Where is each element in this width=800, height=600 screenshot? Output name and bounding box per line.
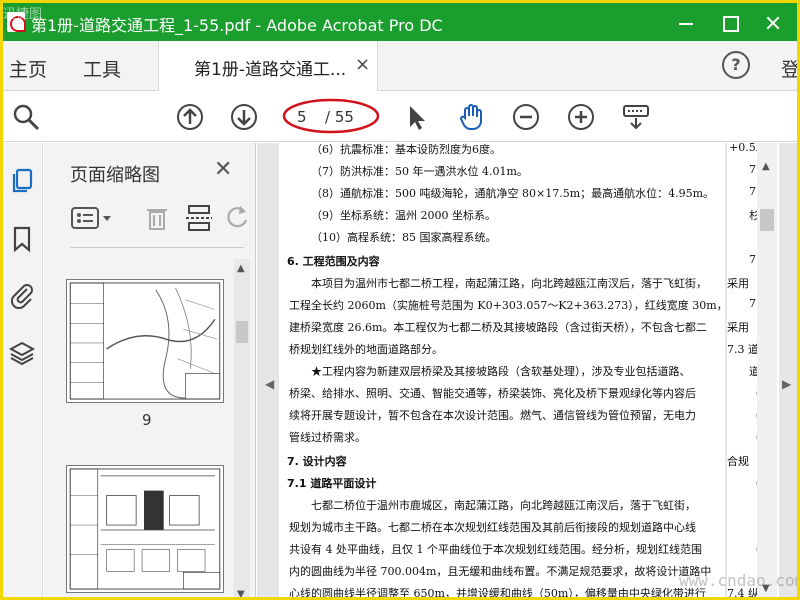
doc-heading: 7.1 道路平面设计	[287, 477, 377, 490]
app-window: 第1册-道路交通工程_1-55.pdf - Adobe Acrobat Pro …	[0, 0, 800, 600]
navigation-rail	[3, 143, 43, 597]
rotate-page-icon[interactable]	[222, 203, 252, 233]
doc-line: （8）通航标准：500 吨级海轮，通航净空 80×17.5m；最高通航水位：4.…	[311, 187, 715, 200]
zoom-in-icon[interactable]	[566, 102, 596, 132]
doc-line: 规划为城市主干路。七都二桥在本次规划红线范围及其前后衔接段的规划道路中心线	[289, 521, 696, 534]
doc-heading: 6. 工程范围及内容	[287, 255, 380, 268]
right-page-fragment: 7	[749, 163, 756, 176]
page-total-label: / 55	[325, 108, 354, 126]
page-thumbnails-icon[interactable]	[8, 167, 36, 195]
hand-tool-icon[interactable]	[457, 102, 487, 132]
scroll-down-icon[interactable]: ▼	[237, 589, 245, 597]
doc-line: 内的圆曲线为半径 700.004m，且无缓和曲线布置。不满足规范要求，故将设计道…	[289, 565, 712, 578]
tab-tools[interactable]: 工具	[83, 55, 121, 82]
page-thumbnail-10[interactable]	[66, 465, 224, 593]
doc-line: 管线过桥需求。	[289, 431, 366, 444]
scroll-up-icon[interactable]: ▲	[762, 161, 770, 172]
pdf-page: （6）抗震标准：基本设防烈度为6度。 （7）防洪标准：50 年一遇洪水位 4.0…	[279, 143, 725, 600]
document-view: ◀ （6）抗震标准：基本设防烈度为6度。 （7）防洪标准：50 年一遇洪水位 4…	[257, 143, 797, 600]
previous-page-arrow-icon[interactable]: ◀	[265, 377, 274, 391]
close-tab-icon[interactable]: ×	[355, 54, 370, 75]
toolbar: 5 / 55	[3, 92, 797, 142]
doc-line: 续将开展专题设计，暂不包含在本次设计范围。燃气、通信管线为管位预留，无电力	[289, 409, 696, 422]
right-page-fragment: 7	[749, 185, 756, 198]
right-page-fragment: 7	[749, 297, 756, 310]
page-thumbnail-9[interactable]	[66, 279, 224, 403]
doc-line: 七都二桥位于温州市鹿城区，南起蒲江路，向北跨越瓯江南汊后，落于飞虹街，	[311, 499, 696, 512]
close-panel-icon[interactable]: ✕	[214, 157, 232, 182]
window-title: 第1册-道路交通工程_1-55.pdf - Adobe Acrobat Pro …	[31, 16, 443, 35]
right-page-fragment: +0.5l	[729, 143, 760, 154]
scroll-up-icon[interactable]: ▲	[237, 263, 245, 274]
layers-icon[interactable]	[8, 339, 36, 367]
doc-line: （10）高程系统：85 国家高程系统。	[311, 231, 497, 244]
page-number-box[interactable]: 5 / 55	[282, 98, 380, 134]
select-cursor-icon[interactable]	[401, 102, 431, 132]
right-page-fragment: 7	[749, 253, 756, 266]
doc-line: 心线的圆曲线半径调整至 650m，并增设缓和曲线（50m），偏移量由中央绿化带进…	[289, 587, 706, 600]
scrollbar-thumb[interactable]	[236, 321, 248, 343]
next-page-icon[interactable]	[229, 102, 259, 132]
thumbnail-panel: 页面缩略图 ✕ 9 ▲ ▼	[44, 143, 256, 597]
thumbnail-scrollbar[interactable]: ▲ ▼	[234, 259, 250, 597]
tab-document-label: 第1册-道路交通工...	[194, 60, 347, 80]
tab-home[interactable]: 主页	[9, 55, 47, 82]
doc-line: 桥梁、给排水、照明、交通、智能交通等，桥梁装饰、亮化及桥下景观绿化等内容后	[289, 387, 696, 400]
panel-title: 页面缩略图	[70, 165, 160, 186]
panel-toolbar	[70, 203, 250, 233]
scrollbar-thumb[interactable]	[760, 209, 774, 231]
right-page-fragment: 采用	[727, 321, 749, 334]
doc-line: 本项目为温州市七都二桥工程，南起蒲江路，向北跨越瓯江南汊后，落于飞虹街，	[311, 277, 707, 290]
right-page-fragment: 采用	[727, 277, 749, 290]
thumbnail-label-9: 9	[142, 411, 152, 429]
doc-line: 桥规划红线外的地面道路部分。	[289, 343, 443, 356]
doc-line: 共设有 4 处平曲线，且仅 1 个平曲线位于本次规划红线范围。经分析，规划红线范…	[289, 543, 702, 556]
tab-bar: 主页 工具 第1册-道路交通工... × ? 登	[3, 41, 797, 91]
previous-page-icon[interactable]	[175, 102, 205, 132]
right-page-fragment: 合规	[727, 455, 749, 468]
doc-line: （9）坐标系统：温州 2000 坐标系。	[311, 209, 496, 222]
doc-heading: 7. 设计内容	[287, 455, 347, 468]
bookmark-icon[interactable]	[8, 225, 36, 253]
extract-page-icon[interactable]	[184, 203, 214, 233]
doc-line: （7）防洪标准：50 年一遇洪水位 4.01m。	[311, 165, 528, 178]
doc-line: ★工程内容为新建双层桥梁及其接坡路段（含软基处理），涉及专业包括道路、	[311, 365, 691, 378]
maximize-button[interactable]	[707, 3, 751, 41]
thumbnail-options-icon[interactable]	[70, 203, 116, 233]
doc-line: 建桥梁宽度 26.6m。本工程仅为七都二桥及其接坡路段（含过街天桥），不包含七都…	[289, 321, 707, 334]
delete-page-icon[interactable]	[142, 203, 172, 233]
sign-in-link[interactable]: 登	[781, 55, 797, 82]
doc-line: （6）抗震标准：基本设防烈度为6度。	[311, 143, 501, 156]
next-page-arrow-icon[interactable]: ▶	[782, 377, 791, 391]
panel-divider	[70, 247, 244, 248]
document-scrollbar[interactable]: ▲ ▼	[757, 143, 777, 597]
right-page-fragment: 7.3 道	[727, 343, 759, 356]
watermark-top-left: 迅捷图	[3, 7, 43, 22]
attachment-icon[interactable]	[8, 281, 36, 310]
zoom-out-icon[interactable]	[511, 102, 541, 132]
doc-line: 工程全长约 2060m（实施桩号范围为 K0+303.057～K2+363.27…	[289, 299, 725, 312]
keyboard-tool-icon[interactable]	[621, 102, 651, 132]
help-icon[interactable]: ?	[722, 51, 750, 79]
tab-document[interactable]: 第1册-道路交通工... ×	[158, 41, 378, 91]
page-number-input[interactable]: 5	[297, 108, 307, 126]
watermark-bottom-right: www.cndao.com	[679, 571, 800, 590]
minimize-button[interactable]	[663, 3, 707, 41]
search-icon[interactable]	[11, 102, 41, 132]
title-bar: 第1册-道路交通工程_1-55.pdf - Adobe Acrobat Pro …	[3, 3, 797, 41]
close-window-button[interactable]	[751, 3, 795, 41]
